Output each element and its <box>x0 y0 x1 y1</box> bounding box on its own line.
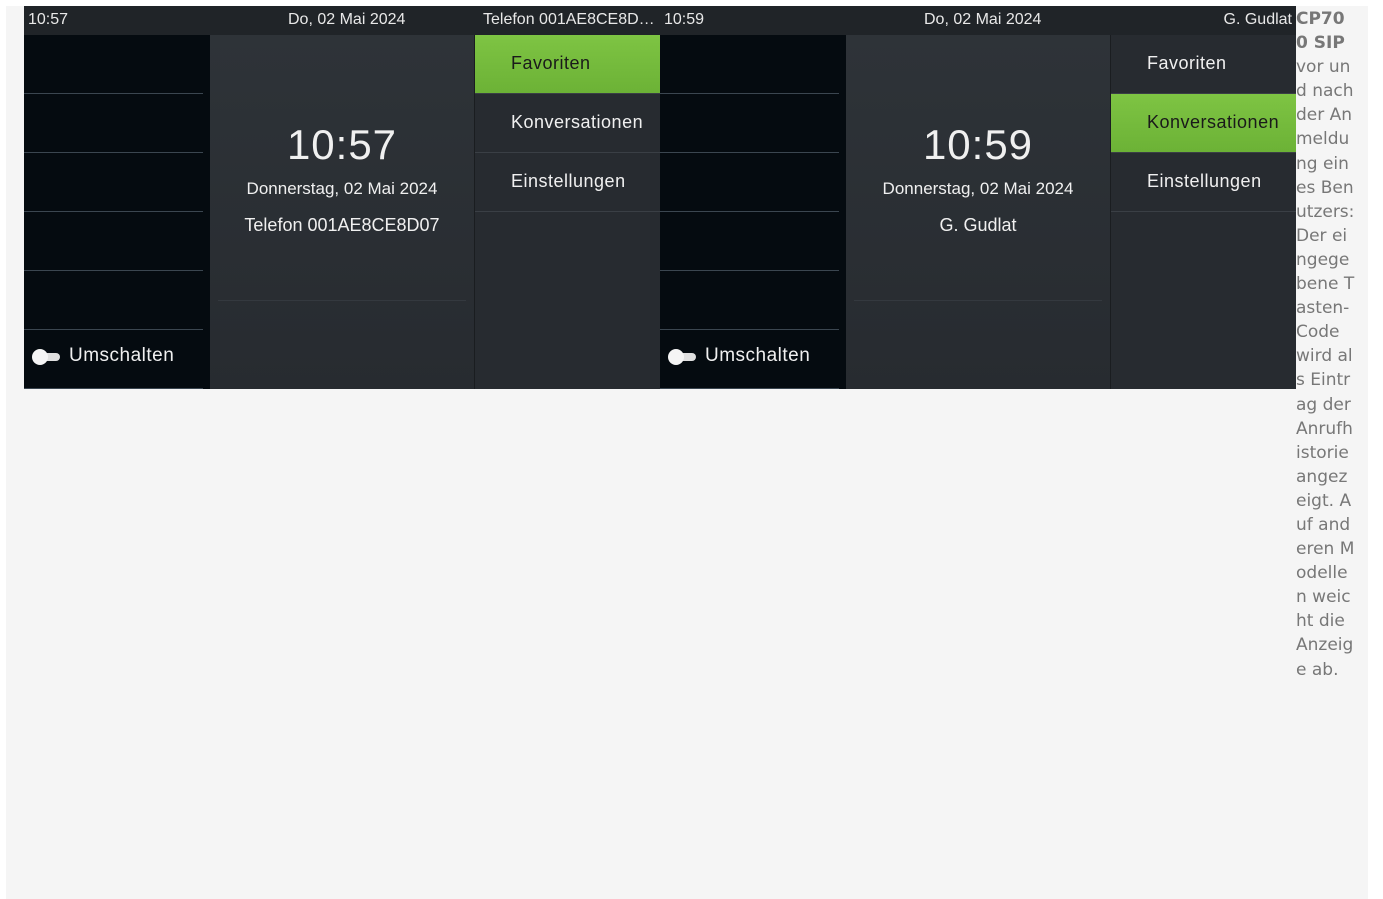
menu-item-label: Einstellungen <box>1147 171 1262 191</box>
main-menu: Favoriten Konversationen Einstellungen <box>474 35 660 389</box>
divider <box>218 300 466 301</box>
caption-text: vor und nach der Anmeldung eines Benutze… <box>1296 57 1355 680</box>
status-bar: 10:57 Do, 02 Mai 2024 Telefon 001AE8CE8D… <box>24 6 660 35</box>
phone-screen-before-login: 10:57 Do, 02 Mai 2024 Telefon 001AE8CE8D… <box>24 6 660 389</box>
function-key-3[interactable] <box>24 153 203 212</box>
toggle-label: Umschalten <box>69 345 175 366</box>
menu-item-einstellungen[interactable]: Einstellungen <box>1111 153 1296 212</box>
toggle-key[interactable]: Umschalten <box>24 330 203 389</box>
status-identity: G. Gudlat <box>1223 11 1292 28</box>
menu-item-label: Favoriten <box>1147 53 1227 73</box>
clock: 10:59 <box>922 121 1034 168</box>
toggle-label: Umschalten <box>705 345 811 366</box>
image-caption: CP700 SIP vor und nach der Anmeldung ein… <box>1296 7 1356 682</box>
main-menu: Favoriten Konversationen Einstellungen <box>1110 35 1296 389</box>
menu-item-favoriten[interactable]: Favoriten <box>1111 35 1296 94</box>
user-name: G. Gudlat <box>939 215 1017 235</box>
clock: 10:57 <box>286 121 398 168</box>
function-key-1[interactable] <box>24 35 203 94</box>
menu-item-label: Einstellungen <box>511 171 626 191</box>
status-bar: 10:59 Do, 02 Mai 2024 G. Gudlat <box>660 6 1296 35</box>
phone-name: Telefon 001AE8CE8D07 <box>244 215 440 235</box>
status-date: Do, 02 Mai 2024 <box>924 11 1042 28</box>
toggle-icon <box>668 349 698 365</box>
date-long: Donnerstag, 02 Mai 2024 <box>882 179 1074 198</box>
function-keys-panel: Umschalten <box>660 35 846 389</box>
function-key-4[interactable] <box>24 212 203 271</box>
menu-item-favoriten[interactable]: Favoriten <box>475 35 660 94</box>
status-identity: Telefon 001AE8CE8D… <box>483 11 655 28</box>
status-time: 10:59 <box>664 11 705 28</box>
function-keys-panel: Umschalten <box>24 35 210 389</box>
function-key-1[interactable] <box>660 35 839 94</box>
phone-screen-after-login: 10:59 Do, 02 Mai 2024 G. Gudlat Umschalt… <box>660 6 1296 389</box>
function-key-4[interactable] <box>660 212 839 271</box>
function-key-2[interactable] <box>660 94 839 153</box>
date-long: Donnerstag, 02 Mai 2024 <box>246 179 438 198</box>
idle-screen-info: 10:59 Donnerstag, 02 Mai 2024 G. Gudlat <box>846 35 1110 389</box>
menu-item-label: Konversationen <box>511 112 644 132</box>
function-key-3[interactable] <box>660 153 839 212</box>
menu-item-label: Konversationen <box>1147 112 1280 132</box>
menu-item-konversationen[interactable]: Konversationen <box>1111 94 1296 153</box>
divider <box>854 300 1102 301</box>
function-key-5[interactable] <box>660 271 839 330</box>
function-key-2[interactable] <box>24 94 203 153</box>
status-time: 10:57 <box>28 11 69 28</box>
idle-screen-info: 10:57 Donnerstag, 02 Mai 2024 Telefon 00… <box>210 35 474 389</box>
menu-item-konversationen[interactable]: Konversationen <box>475 94 660 153</box>
status-date: Do, 02 Mai 2024 <box>288 11 406 28</box>
menu-item-label: Favoriten <box>511 53 591 73</box>
function-key-5[interactable] <box>24 271 203 330</box>
toggle-icon <box>32 349 62 365</box>
toggle-key[interactable]: Umschalten <box>660 330 839 389</box>
menu-item-einstellungen[interactable]: Einstellungen <box>475 153 660 212</box>
caption-title: CP700 SIP <box>1296 9 1345 54</box>
